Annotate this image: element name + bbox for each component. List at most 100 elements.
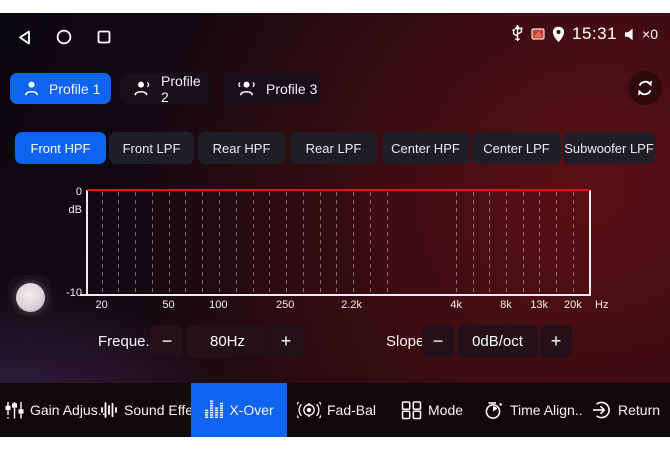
frequency-label: Freque.. [98,325,154,358]
frequency-gridline [253,192,254,294]
screenshot-bottom-border [0,437,670,453]
x-axis-line [80,294,591,296]
user-group-icon [236,80,257,97]
frequency-gridline [185,192,186,294]
back-icon[interactable] [18,30,31,45]
y-axis-label: dB [56,204,82,216]
status-bar-right: 15:31 ×0 [511,20,658,48]
tab-rear-lpf[interactable]: Rear LPF [290,132,377,164]
android-nav-buttons [18,27,111,47]
nav-return-label: Return [618,402,660,418]
nav-mode-label: Mode [428,402,463,418]
stopwatch-icon [484,400,504,420]
tab-subwoofer-lpf[interactable]: Subwoofer LPF [563,132,655,164]
nav-return[interactable]: Return [592,383,660,437]
return-arrow-icon [592,400,612,420]
usb-icon [511,25,524,44]
frequency-gridline [456,192,457,294]
screen-notification-icon [531,28,545,40]
nav-xover-label: X-Over [229,402,273,418]
profile-1-label: Profile 1 [49,81,100,97]
frequency-gridline [320,192,321,294]
y-tick-0: 0 [56,186,82,198]
frequency-gridline [269,192,270,294]
profile-3-label: Profile 3 [266,81,317,97]
x-tick-label: 250 [276,299,294,311]
frequency-value: 80Hz [187,325,268,358]
frequency-gridline [236,192,237,294]
frequency-gridline [219,192,220,294]
slope-label: Slope [386,325,424,358]
tab-rear-hpf[interactable]: Rear HPF [198,132,285,164]
sound-bars-icon [100,400,118,420]
floating-assist-widget[interactable] [8,275,52,319]
screenshot-top-border [0,0,670,13]
frequency-gridline [473,192,474,294]
nav-time-align[interactable]: Time Align.. [484,383,583,437]
tab-center-hpf[interactable]: Center HPF [382,132,469,164]
frequency-gridline [539,192,540,294]
y-axis-line [86,190,88,296]
x-tick-label: 100 [209,299,227,311]
nav-sound-effect[interactable]: Sound Effe.. [100,383,201,437]
nav-x-over[interactable]: X-Over [191,383,287,437]
frequency-gridline [152,192,153,294]
frequency-gridline [118,192,119,294]
x-tick-label: 2.2k [341,299,362,311]
profile-2-button[interactable]: Profile 2 [120,73,210,104]
x-tick-label: 20 [95,299,107,311]
frequency-gridline [169,192,170,294]
bottom-nav-bar: Gain Adjus.. Sound Effe.. [0,383,670,437]
mode-squares-icon [401,400,422,420]
volume-muted-indicator: ×0 [624,26,658,42]
frequency-increase-button[interactable]: + [270,325,302,358]
frequency-gridline [573,192,574,294]
nav-fad-bal[interactable]: Fad-Bal [297,383,376,437]
recents-icon[interactable] [97,30,111,44]
frequency-gridline [523,192,524,294]
frequency-gridline [556,192,557,294]
frequency-gridline [353,192,354,294]
x-tick-label: 13k [530,299,548,311]
refresh-icon [635,78,655,98]
x-tick-label: 4k [450,299,462,311]
slope-value: 0dB/oct [457,325,538,358]
location-icon [552,26,565,43]
user-voice-icon [133,80,152,97]
refresh-button[interactable] [628,71,662,105]
frequency-gridline [370,192,371,294]
frequency-gridline [506,192,507,294]
nav-mode[interactable]: Mode [401,383,463,437]
profile-3-button[interactable]: Profile 3 [223,73,320,104]
fader-balance-icon [297,400,321,420]
frequency-gridline [489,192,490,294]
gain-sliders-icon [5,400,24,420]
nav-sound-label: Sound Effe.. [124,402,201,418]
slope-increase-button[interactable]: + [540,325,572,358]
y-tick-minus10: -10 [56,287,82,299]
x-tick-label: 8k [500,299,512,311]
frequency-decrease-button[interactable]: − [151,325,183,358]
volume-level: ×0 [642,26,658,42]
home-icon[interactable] [56,29,72,45]
nav-gain-adjust[interactable]: Gain Adjus.. [5,383,106,437]
slope-decrease-button[interactable]: − [422,325,454,358]
x-tick-label: 20k [564,299,582,311]
head-unit-screen: 15:31 ×0 Profile 1 [0,0,670,453]
equalizer-icon [204,400,223,420]
tab-front-hpf[interactable]: Front HPF [15,132,106,164]
x-axis-unit: Hz [595,299,608,311]
tab-center-lpf[interactable]: Center LPF [472,132,561,164]
frequency-gridline [102,192,103,294]
frequency-gridline [286,192,287,294]
frequency-gridline [387,192,388,294]
profile-2-label: Profile 2 [161,73,210,105]
profile-1-button[interactable]: Profile 1 [10,73,111,104]
knob-icon [16,283,45,312]
frequency-gridline [135,192,136,294]
plot-right-border [589,190,591,296]
frequency-response-plot [87,190,590,295]
clock: 15:31 [572,24,617,44]
tab-front-lpf[interactable]: Front LPF [109,132,194,164]
x-tick-label: 50 [162,299,174,311]
